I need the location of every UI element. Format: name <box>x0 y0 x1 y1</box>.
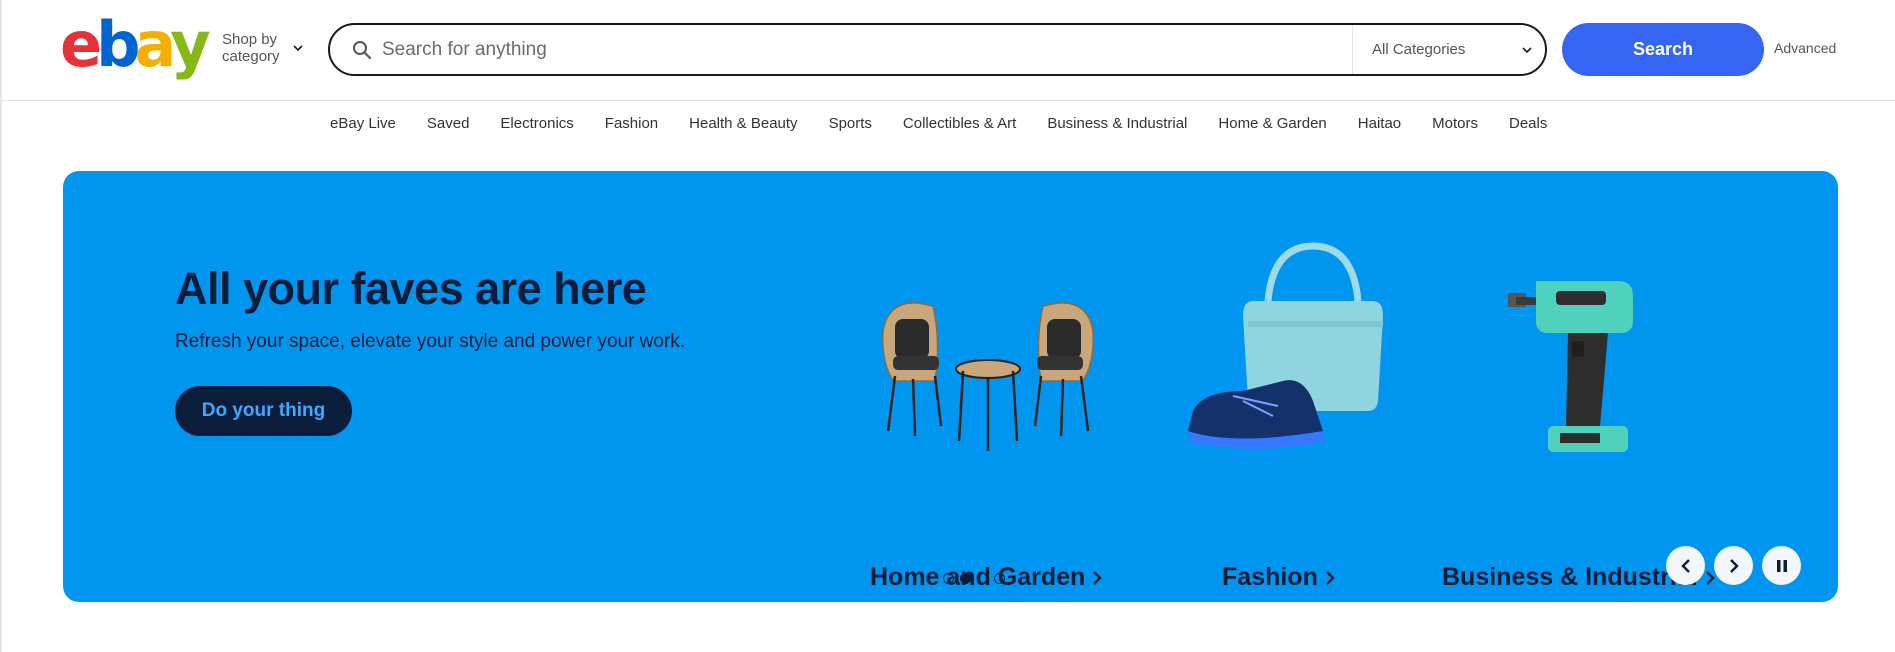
pause-carousel-button[interactable] <box>1762 546 1801 585</box>
next-slide-button[interactable] <box>1714 546 1753 585</box>
nav-item-collectibles-art[interactable]: Collectibles & Art <box>903 114 1016 136</box>
tile-label-fashion[interactable]: Fashion <box>1222 563 1336 592</box>
category-nav: eBay Live Saved Electronics Fashion Heal… <box>330 114 1578 136</box>
tile-business-industrial[interactable]: Business & Industrial <box>1442 241 1715 591</box>
page: e b a y Shop by category All Categories <box>0 0 1895 652</box>
previous-icon <box>1680 558 1690 573</box>
category-select[interactable]: All Categories <box>1352 25 1547 74</box>
nav-item-saved[interactable]: Saved <box>427 114 470 136</box>
hero-banner: All your faves are here Refresh your spa… <box>63 171 1838 602</box>
tile-home-and-garden[interactable]: Home and Garden <box>863 241 1113 591</box>
do-your-thing-button[interactable]: Do your thing <box>175 386 352 436</box>
nav-item-sports[interactable]: Sports <box>829 114 872 136</box>
nav-item-home-garden[interactable]: Home & Garden <box>1218 114 1326 136</box>
pause-icon <box>1776 559 1787 572</box>
hero-subtitle: Refresh your space, elevate your style a… <box>175 331 686 352</box>
header: e b a y Shop by category All Categories <box>2 0 1895 101</box>
nav-item-motors[interactable]: Motors <box>1432 114 1478 136</box>
chevron-right-icon <box>1093 570 1103 585</box>
carousel-dot[interactable] <box>994 573 1005 584</box>
chevron-down-icon <box>1522 47 1532 54</box>
chevron-right-icon <box>1325 570 1335 585</box>
carousel-dot[interactable] <box>977 573 988 584</box>
search-icon <box>353 41 372 60</box>
next-icon <box>1729 558 1739 573</box>
search-bar: All Categories <box>328 23 1547 76</box>
nav-item-electronics[interactable]: Electronics <box>500 114 573 136</box>
category-select-value: All Categories <box>1372 41 1466 58</box>
carousel-dots <box>943 573 1005 584</box>
chevron-right-icon <box>1705 570 1715 585</box>
chevron-down-icon <box>293 45 303 52</box>
handbag-sneaker-image <box>1188 242 1383 450</box>
tile-fashion[interactable]: Fashion <box>1173 241 1423 591</box>
carousel-dot-active[interactable] <box>960 573 971 584</box>
search-button[interactable]: Search <box>1562 23 1764 76</box>
nav-item-fashion[interactable]: Fashion <box>605 114 658 136</box>
carousel-dot[interactable] <box>943 573 954 584</box>
nav-item-haitao[interactable]: Haitao <box>1358 114 1401 136</box>
nav-item-health-beauty[interactable]: Health & Beauty <box>689 114 797 136</box>
nav-item-business-industrial[interactable]: Business & Industrial <box>1047 114 1187 136</box>
patio-chairs-image <box>881 302 1095 451</box>
hero-title: All your faves are here <box>175 263 647 314</box>
power-drill-image <box>1508 281 1633 452</box>
nav-item-ebay-live[interactable]: eBay Live <box>330 114 396 136</box>
shop-by-category-label: Shop by category <box>222 31 280 65</box>
previous-slide-button[interactable] <box>1666 546 1705 585</box>
nav-item-deals[interactable]: Deals <box>1509 114 1547 136</box>
advanced-search-link[interactable]: Advanced <box>1774 40 1836 56</box>
search-input[interactable] <box>382 35 1302 65</box>
shop-by-category-button[interactable]: Shop by category <box>222 31 304 65</box>
ebay-logo[interactable]: e b a y <box>60 10 211 80</box>
